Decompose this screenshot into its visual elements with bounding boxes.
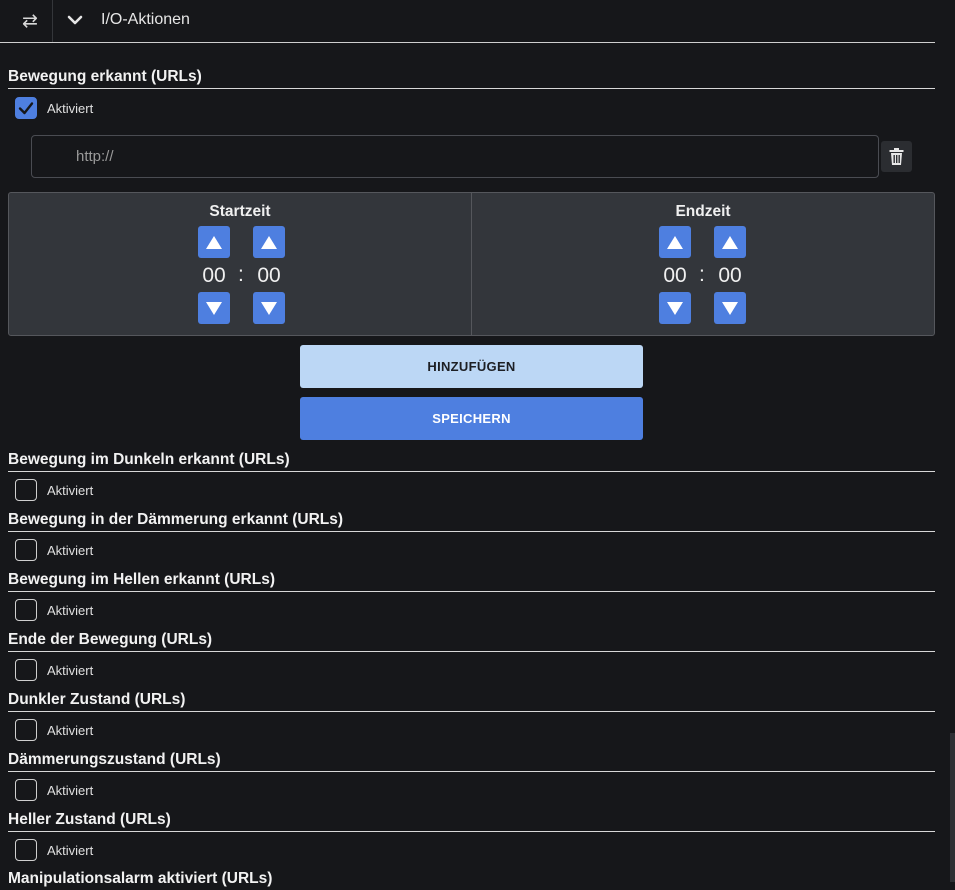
enabled-label: Aktiviert — [47, 662, 94, 678]
dusk-state-enabled-checkbox[interactable] — [15, 779, 37, 801]
motion-enabled-label: Aktiviert — [47, 100, 94, 116]
trash-icon — [889, 148, 904, 165]
motion-bright-enabled-row[interactable]: Aktiviert — [15, 597, 93, 623]
bright-state-enabled-checkbox[interactable] — [15, 839, 37, 861]
save-button[interactable]: SPEICHERN — [300, 397, 643, 440]
enabled-label: Aktiviert — [47, 842, 94, 858]
triangle-down-icon — [206, 301, 222, 315]
triangle-up-icon — [206, 235, 222, 249]
end-hours-up-button[interactable] — [659, 226, 691, 258]
end-minutes-up-button[interactable] — [714, 226, 746, 258]
motion-section-title: Bewegung erkannt (URLs) — [8, 68, 935, 89]
section-title-motion-dusk: Bewegung in der Dämmerung erkannt (URLs) — [8, 511, 935, 532]
bright-state-enabled-row[interactable]: Aktiviert — [15, 837, 93, 863]
enabled-label: Aktiviert — [47, 602, 94, 618]
motion-dusk-enabled-row[interactable]: Aktiviert — [15, 537, 93, 563]
motion-dark-enabled-row[interactable]: Aktiviert — [15, 477, 93, 503]
end-time-label: Endzeit — [675, 203, 731, 220]
time-range-panel: Startzeit 00 : 00 Endzeit 00 : 00 — [8, 192, 935, 336]
url-input[interactable] — [31, 135, 879, 178]
end-hours-down-button[interactable] — [659, 292, 691, 324]
triangle-down-icon — [261, 301, 277, 315]
start-minutes-down-button[interactable] — [253, 292, 285, 324]
time-separator: : — [238, 263, 244, 286]
end-hours-value[interactable]: 00 — [655, 264, 695, 288]
end-minutes-down-button[interactable] — [714, 292, 746, 324]
start-time-label: Startzeit — [209, 203, 271, 220]
triangle-up-icon — [667, 235, 683, 249]
scrollbar[interactable] — [950, 733, 955, 882]
chevron-down-icon[interactable] — [64, 9, 86, 31]
start-hours-down-button[interactable] — [198, 292, 230, 324]
dark-state-enabled-checkbox[interactable] — [15, 719, 37, 741]
motion-dusk-enabled-checkbox[interactable] — [15, 539, 37, 561]
motion-end-enabled-row[interactable]: Aktiviert — [15, 657, 93, 683]
delete-url-button[interactable] — [881, 141, 912, 172]
start-hours-value[interactable]: 00 — [194, 264, 234, 288]
motion-end-enabled-checkbox[interactable] — [15, 659, 37, 681]
motion-enabled-row[interactable]: Aktiviert — [15, 95, 93, 121]
triangle-down-icon — [667, 301, 683, 315]
dark-state-enabled-row[interactable]: Aktiviert — [15, 717, 93, 743]
section-title-motion-dark: Bewegung im Dunkeln erkannt (URLs) — [8, 451, 935, 472]
swap-arrows-icon[interactable]: ⇄ — [8, 0, 53, 42]
add-button[interactable]: HINZUFÜGEN — [300, 345, 643, 388]
enabled-label: Aktiviert — [47, 782, 94, 798]
dusk-state-enabled-row[interactable]: Aktiviert — [15, 777, 93, 803]
start-hours-up-button[interactable] — [198, 226, 230, 258]
enabled-label: Aktiviert — [47, 722, 94, 738]
section-title-tamper-alarm: Manipulationsalarm aktiviert (URLs) — [8, 870, 273, 887]
section-title-motion-bright: Bewegung im Hellen erkannt (URLs) — [8, 571, 935, 592]
time-separator: : — [699, 263, 705, 286]
triangle-down-icon — [722, 301, 738, 315]
triangle-up-icon — [261, 235, 277, 249]
motion-enabled-checkbox[interactable] — [15, 97, 37, 119]
end-minutes-value[interactable]: 00 — [710, 264, 750, 288]
section-title-dark-state: Dunkler Zustand (URLs) — [8, 691, 935, 712]
enabled-label: Aktiviert — [47, 482, 94, 498]
motion-dark-enabled-checkbox[interactable] — [15, 479, 37, 501]
start-time-column: Startzeit 00 : 00 — [9, 193, 471, 335]
checkmark-icon — [18, 102, 34, 115]
triangle-up-icon — [722, 235, 738, 249]
section-title-dusk-state: Dämmerungszustand (URLs) — [8, 751, 935, 772]
section-header: ⇄ I/O-Aktionen — [0, 0, 935, 43]
enabled-label: Aktiviert — [47, 542, 94, 558]
section-title: I/O-Aktionen — [101, 11, 190, 28]
motion-bright-enabled-checkbox[interactable] — [15, 599, 37, 621]
start-minutes-value[interactable]: 00 — [249, 264, 289, 288]
end-time-column: Endzeit 00 : 00 — [471, 193, 934, 335]
start-minutes-up-button[interactable] — [253, 226, 285, 258]
section-title-motion-end: Ende der Bewegung (URLs) — [8, 631, 935, 652]
section-title-bright-state: Heller Zustand (URLs) — [8, 811, 935, 832]
